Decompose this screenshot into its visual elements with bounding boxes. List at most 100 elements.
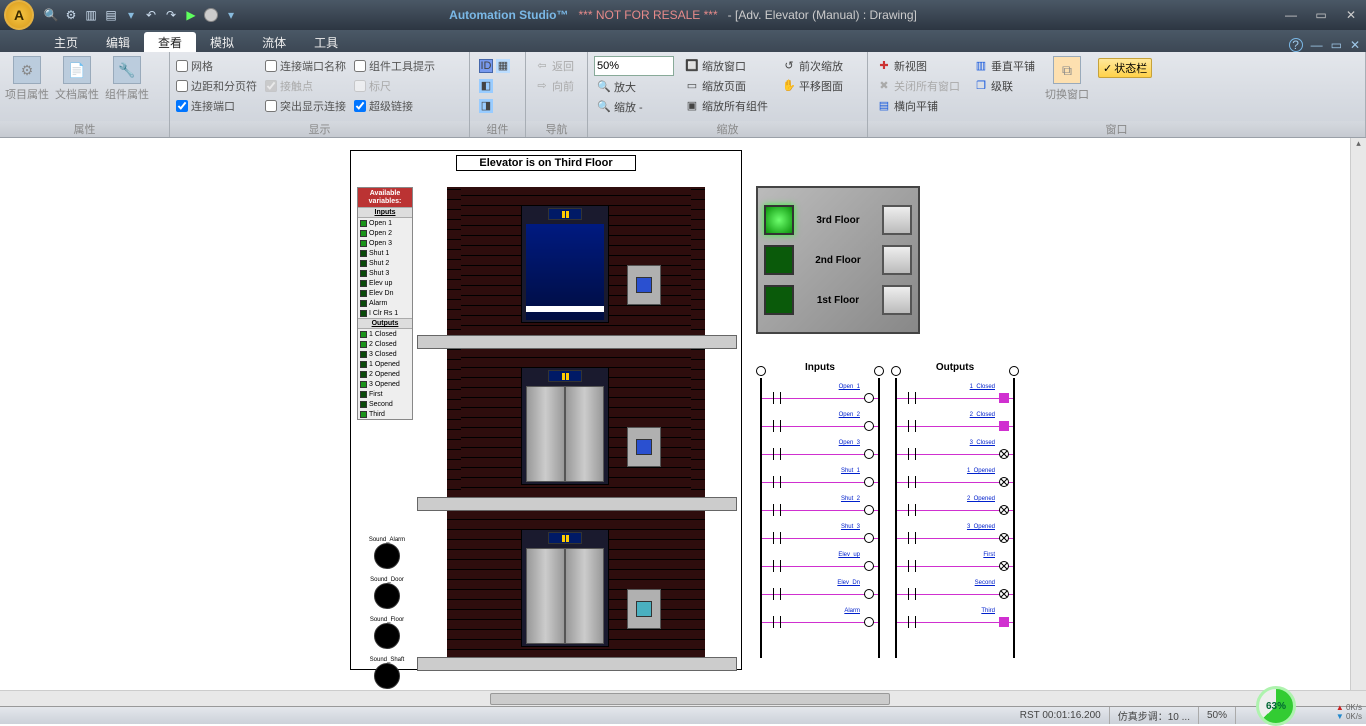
- rail-node-icon: [756, 366, 766, 376]
- floor-2-button[interactable]: [882, 245, 912, 275]
- vtile-button[interactable]: ▥垂直平铺: [971, 56, 1038, 75]
- app-logo[interactable]: A: [4, 0, 34, 30]
- show-check-超级链接[interactable]: 超级链接: [354, 96, 435, 115]
- rung-Third: Third: [897, 608, 1013, 632]
- floor-indicator-icon: [548, 532, 582, 544]
- maximize-icon[interactable]: ▭: [1306, 1, 1336, 29]
- show-check-标尺[interactable]: 标尺: [354, 76, 435, 95]
- switch-window-button[interactable]: ⧉切换窗口: [1044, 54, 1090, 104]
- floor-3-lamp: [764, 205, 794, 235]
- qat-settings-icon[interactable]: ⚙: [62, 6, 80, 24]
- zoom-in-button[interactable]: 🔍放大: [594, 77, 674, 96]
- zoom-page-button[interactable]: ▭缩放页面: [682, 76, 771, 95]
- window-buttons: — ▭ ✕: [1276, 1, 1366, 29]
- stop-icon[interactable]: [202, 6, 220, 24]
- rung-Shut_2: Shut_2: [762, 496, 878, 520]
- comp-btn-2[interactable]: ◧: [476, 76, 513, 95]
- floor-3-button[interactable]: [882, 205, 912, 235]
- ribbon-group-properties: ⚙项目属性 📄文档属性 🔧组件属性 属性: [0, 52, 170, 137]
- htile-button[interactable]: ▤横向平铺: [874, 96, 963, 115]
- var-row: 3 Closed: [358, 349, 412, 359]
- horizontal-scrollbar[interactable]: [0, 690, 1366, 706]
- rung-3_Opened: 3_Opened: [897, 524, 1013, 548]
- nav-fwd-button[interactable]: ⇨向前: [532, 76, 577, 95]
- qat-redo-icon[interactable]: ↷: [162, 6, 180, 24]
- show-check-边距和分页符[interactable]: 边距和分页符: [176, 76, 257, 95]
- pan-button[interactable]: ✋平移图面: [779, 76, 846, 95]
- sound-Sound_Floor: Sound_Floor: [365, 617, 409, 650]
- mdi-minimize-icon[interactable]: —: [1311, 38, 1323, 52]
- tab-home[interactable]: 主页: [40, 32, 92, 52]
- qat-icon[interactable]: ▤: [102, 6, 120, 24]
- minimize-icon[interactable]: —: [1276, 1, 1306, 29]
- tab-tools[interactable]: 工具: [300, 32, 352, 52]
- rung-First: First: [897, 552, 1013, 576]
- close-all-button[interactable]: ✖关闭所有窗口: [874, 76, 963, 95]
- floor-row-2: 2nd Floor: [764, 245, 912, 275]
- qat-dropdown-icon[interactable]: ▾: [122, 6, 140, 24]
- sound-Sound_Door: Sound_Door: [365, 577, 409, 610]
- project-props-button[interactable]: ⚙项目属性: [4, 54, 50, 104]
- help-area: ? — ▭ ✕: [1283, 38, 1366, 52]
- floor-row-1: 1st Floor: [764, 285, 912, 315]
- zoom-select[interactable]: [594, 56, 674, 76]
- var-row: Elev Dn: [358, 288, 412, 298]
- window-title: Automation Studio™ *** NOT FOR RESALE **…: [449, 8, 917, 22]
- sound-Sound_Alarm: Sound_Alarm: [365, 537, 409, 570]
- doc-props-button[interactable]: 📄文档属性: [54, 54, 100, 104]
- var-row: Shut 2: [358, 258, 412, 268]
- mdi-restore-icon[interactable]: ▭: [1331, 38, 1342, 52]
- close-icon[interactable]: ✕: [1336, 1, 1366, 29]
- zoom-out-button[interactable]: 🔍缩放 -: [594, 97, 674, 116]
- call-panel-3[interactable]: [627, 265, 661, 305]
- tab-view[interactable]: 查看: [144, 32, 196, 52]
- ribbon-group-show: 网格边距和分页符连接端口 连接端口名称接触点突出显示连接 组件工具提示标尺超级链…: [170, 52, 470, 137]
- comp-btn-3[interactable]: ◨: [476, 96, 513, 115]
- show-check-接触点[interactable]: 接触点: [265, 76, 346, 95]
- status-bar: RST 00:01:16.200 仿真步调：10 ... 50%: [0, 706, 1366, 724]
- var-row: Third: [358, 409, 412, 419]
- ribbon-group-component: ID ▦ ◧ ◨ 组件: [470, 52, 526, 137]
- vertical-scrollbar[interactable]: [1350, 138, 1366, 706]
- show-check-连接端口名称[interactable]: 连接端口名称: [265, 56, 346, 75]
- tab-fluid[interactable]: 流体: [248, 32, 300, 52]
- qat-more-icon[interactable]: ▾: [222, 6, 240, 24]
- status-bar-toggle[interactable]: ✓状态栏: [1098, 58, 1152, 78]
- comp-props-button[interactable]: 🔧组件属性: [104, 54, 150, 104]
- floor-row-3: 3rd Floor: [764, 205, 912, 235]
- variables-panel: Available variables: Inputs Open 1Open 2…: [357, 187, 413, 420]
- show-check-组件工具提示[interactable]: 组件工具提示: [354, 56, 435, 75]
- var-row: Shut 3: [358, 268, 412, 278]
- zoom-window-button[interactable]: 🔲缩放窗口: [682, 56, 771, 75]
- cpu-gauge: 63%: [1256, 686, 1296, 726]
- qat-search-icon[interactable]: 🔍: [42, 6, 60, 24]
- tab-edit[interactable]: 编辑: [92, 32, 144, 52]
- play-icon[interactable]: ▶: [182, 6, 200, 24]
- qat-undo-icon[interactable]: ↶: [142, 6, 160, 24]
- comp-btn-1[interactable]: ID ▦: [476, 56, 513, 75]
- tab-sim[interactable]: 模拟: [196, 32, 248, 52]
- show-check-突出显示连接[interactable]: 突出显示连接: [265, 96, 346, 115]
- status-step: 仿真步调：10 ...: [1110, 707, 1199, 724]
- var-row: 1 Closed: [358, 329, 412, 339]
- var-row: Open 2: [358, 228, 412, 238]
- zoom-prev-button[interactable]: ↺前次缩放: [779, 56, 846, 75]
- call-panel-1[interactable]: [627, 589, 661, 629]
- var-row: 3 Opened: [358, 379, 412, 389]
- var-row: 2 Closed: [358, 339, 412, 349]
- cascade-button[interactable]: ❐级联: [971, 76, 1038, 95]
- status-zoom: 50%: [1199, 707, 1236, 724]
- qat-icon[interactable]: ▥: [82, 6, 100, 24]
- show-check-网格[interactable]: 网格: [176, 56, 257, 75]
- rail-node-icon: [1009, 366, 1019, 376]
- help-icon[interactable]: ?: [1289, 38, 1303, 52]
- nav-back-button[interactable]: ⇦返回: [532, 56, 577, 75]
- mdi-close-icon[interactable]: ✕: [1350, 38, 1360, 52]
- canvas-area[interactable]: Elevator is on Third Floor Available var…: [0, 138, 1366, 706]
- floor-1-button[interactable]: [882, 285, 912, 315]
- zoom-all-button[interactable]: ▣缩放所有组件: [682, 96, 771, 115]
- call-panel-2[interactable]: [627, 427, 661, 467]
- var-row: 1 Opened: [358, 359, 412, 369]
- new-view-button[interactable]: ✚新视图: [874, 56, 963, 75]
- show-check-连接端口[interactable]: 连接端口: [176, 96, 257, 115]
